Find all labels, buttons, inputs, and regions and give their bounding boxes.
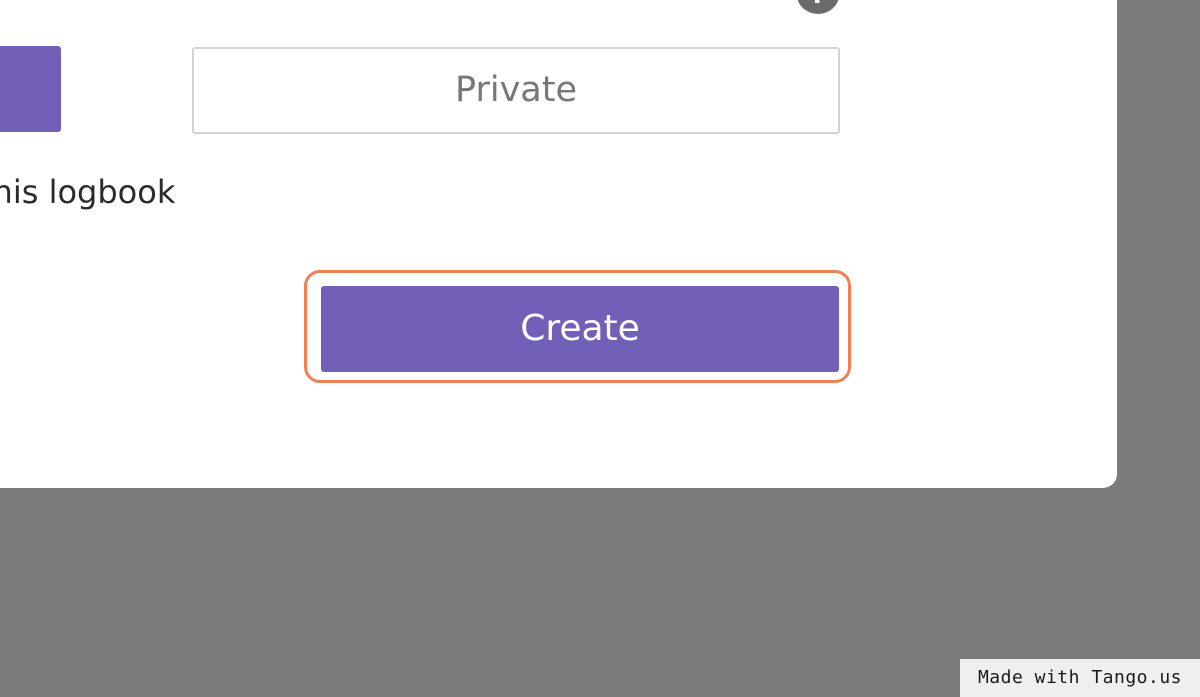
logbook-description-text: this logbook xyxy=(0,173,176,211)
tango-watermark: Made with Tango.us xyxy=(960,659,1200,697)
visibility-public-button[interactable] xyxy=(0,46,61,132)
create-button[interactable]: Create xyxy=(321,286,839,372)
help-icon[interactable]: ? xyxy=(797,0,839,14)
page: ? Private this logbook Create Made with … xyxy=(0,0,1200,697)
visibility-private-button[interactable]: Private xyxy=(192,47,840,134)
create-logbook-modal: ? Private this logbook Create xyxy=(0,0,1117,488)
